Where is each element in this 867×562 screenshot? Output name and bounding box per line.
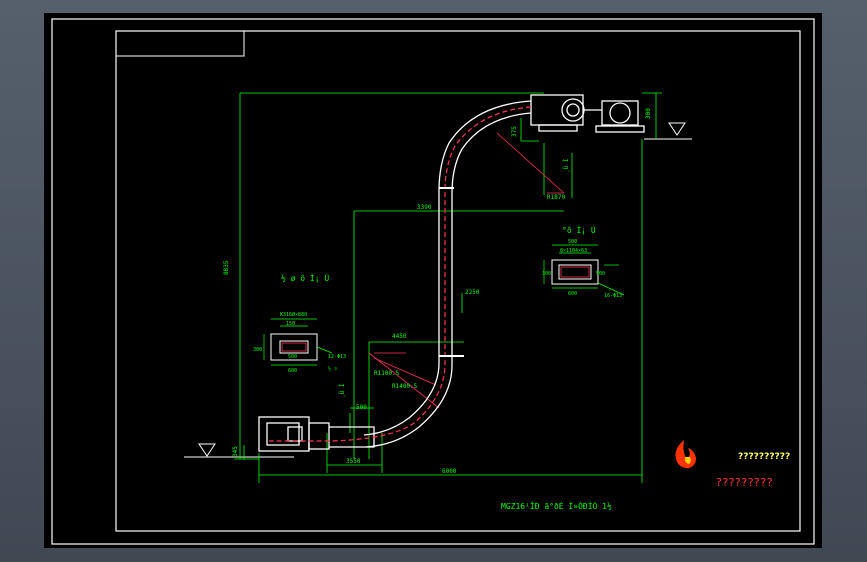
- section-left-caption: ½ ø ô Ì¡ Ú: [281, 272, 329, 283]
- leader-lines: [368, 132, 565, 409]
- dim-top-left-v: 375: [511, 126, 518, 137]
- section-right-hole-note: 16-Φ13: [604, 293, 622, 299]
- logo-flame-icon: [675, 440, 696, 469]
- section-left-dim-side: 300: [253, 347, 262, 353]
- dim-radius-top: R1870: [547, 194, 565, 201]
- title-box: [115, 30, 245, 57]
- section-right-dim-side: 300: [542, 271, 551, 277]
- dim-top-right-side: 300: [645, 108, 652, 119]
- section-left-side-note: ½ ¤: [328, 365, 337, 372]
- section-left: [263, 318, 333, 366]
- logo-sub: ?????????: [716, 476, 774, 489]
- dim-top-width: 3390: [417, 204, 432, 211]
- dim-bottom-mid: 3550: [346, 458, 361, 465]
- dim-radius-outer: R1400.5: [392, 383, 418, 390]
- vertical-label-left: ¸Ü Ì: [339, 383, 346, 398]
- section-left-dim-mid: 500: [288, 354, 297, 360]
- dim-lower-small: 500: [356, 404, 367, 411]
- section-right-dim-mid: 500: [596, 271, 605, 277]
- drawing-title: MGZ16¹ÎÐ ã°ðÉ Ì»ÓÐÍÒ 1½: [501, 500, 612, 511]
- logo-name: ??????????: [738, 452, 791, 462]
- section-left-dim-top: K316Ø×880: [280, 311, 307, 318]
- dim-bottom-left-v: 345: [232, 446, 239, 457]
- dim-middle-width: 4450: [392, 333, 407, 340]
- cad-drawing: 8835 3390 4450 6000 3550 2250 500 300 37…: [51, 18, 815, 545]
- conveyor-body: [258, 94, 645, 452]
- ground-symbol-right: [644, 122, 692, 140]
- section-right-dim-top: 500: [568, 239, 577, 245]
- section-left-dim-inner: 150: [286, 321, 295, 327]
- section-right-caption: °ô Ì¡ Ú: [562, 224, 596, 235]
- vertical-label-right: ¸Ü Ì: [563, 158, 570, 173]
- inner-frame: [115, 30, 801, 532]
- drawing-canvas: 8835 3390 4450 6000 3550 2250 500 300 37…: [44, 13, 822, 548]
- dim-radius-inner: R1100.5: [374, 370, 400, 377]
- section-left-dim-bottom: 600: [288, 368, 297, 374]
- outer-frame: [51, 18, 815, 545]
- dim-right-vertical: 2250: [465, 289, 480, 296]
- dim-right-bottom: 6000: [442, 468, 457, 475]
- section-right-dim-inner: 8×1104×63: [560, 248, 587, 254]
- dim-total-height: 8835: [223, 260, 230, 275]
- section-right-dim-bottom: 600: [568, 291, 577, 297]
- section-left-hole-note: 12-Φ13: [328, 354, 346, 360]
